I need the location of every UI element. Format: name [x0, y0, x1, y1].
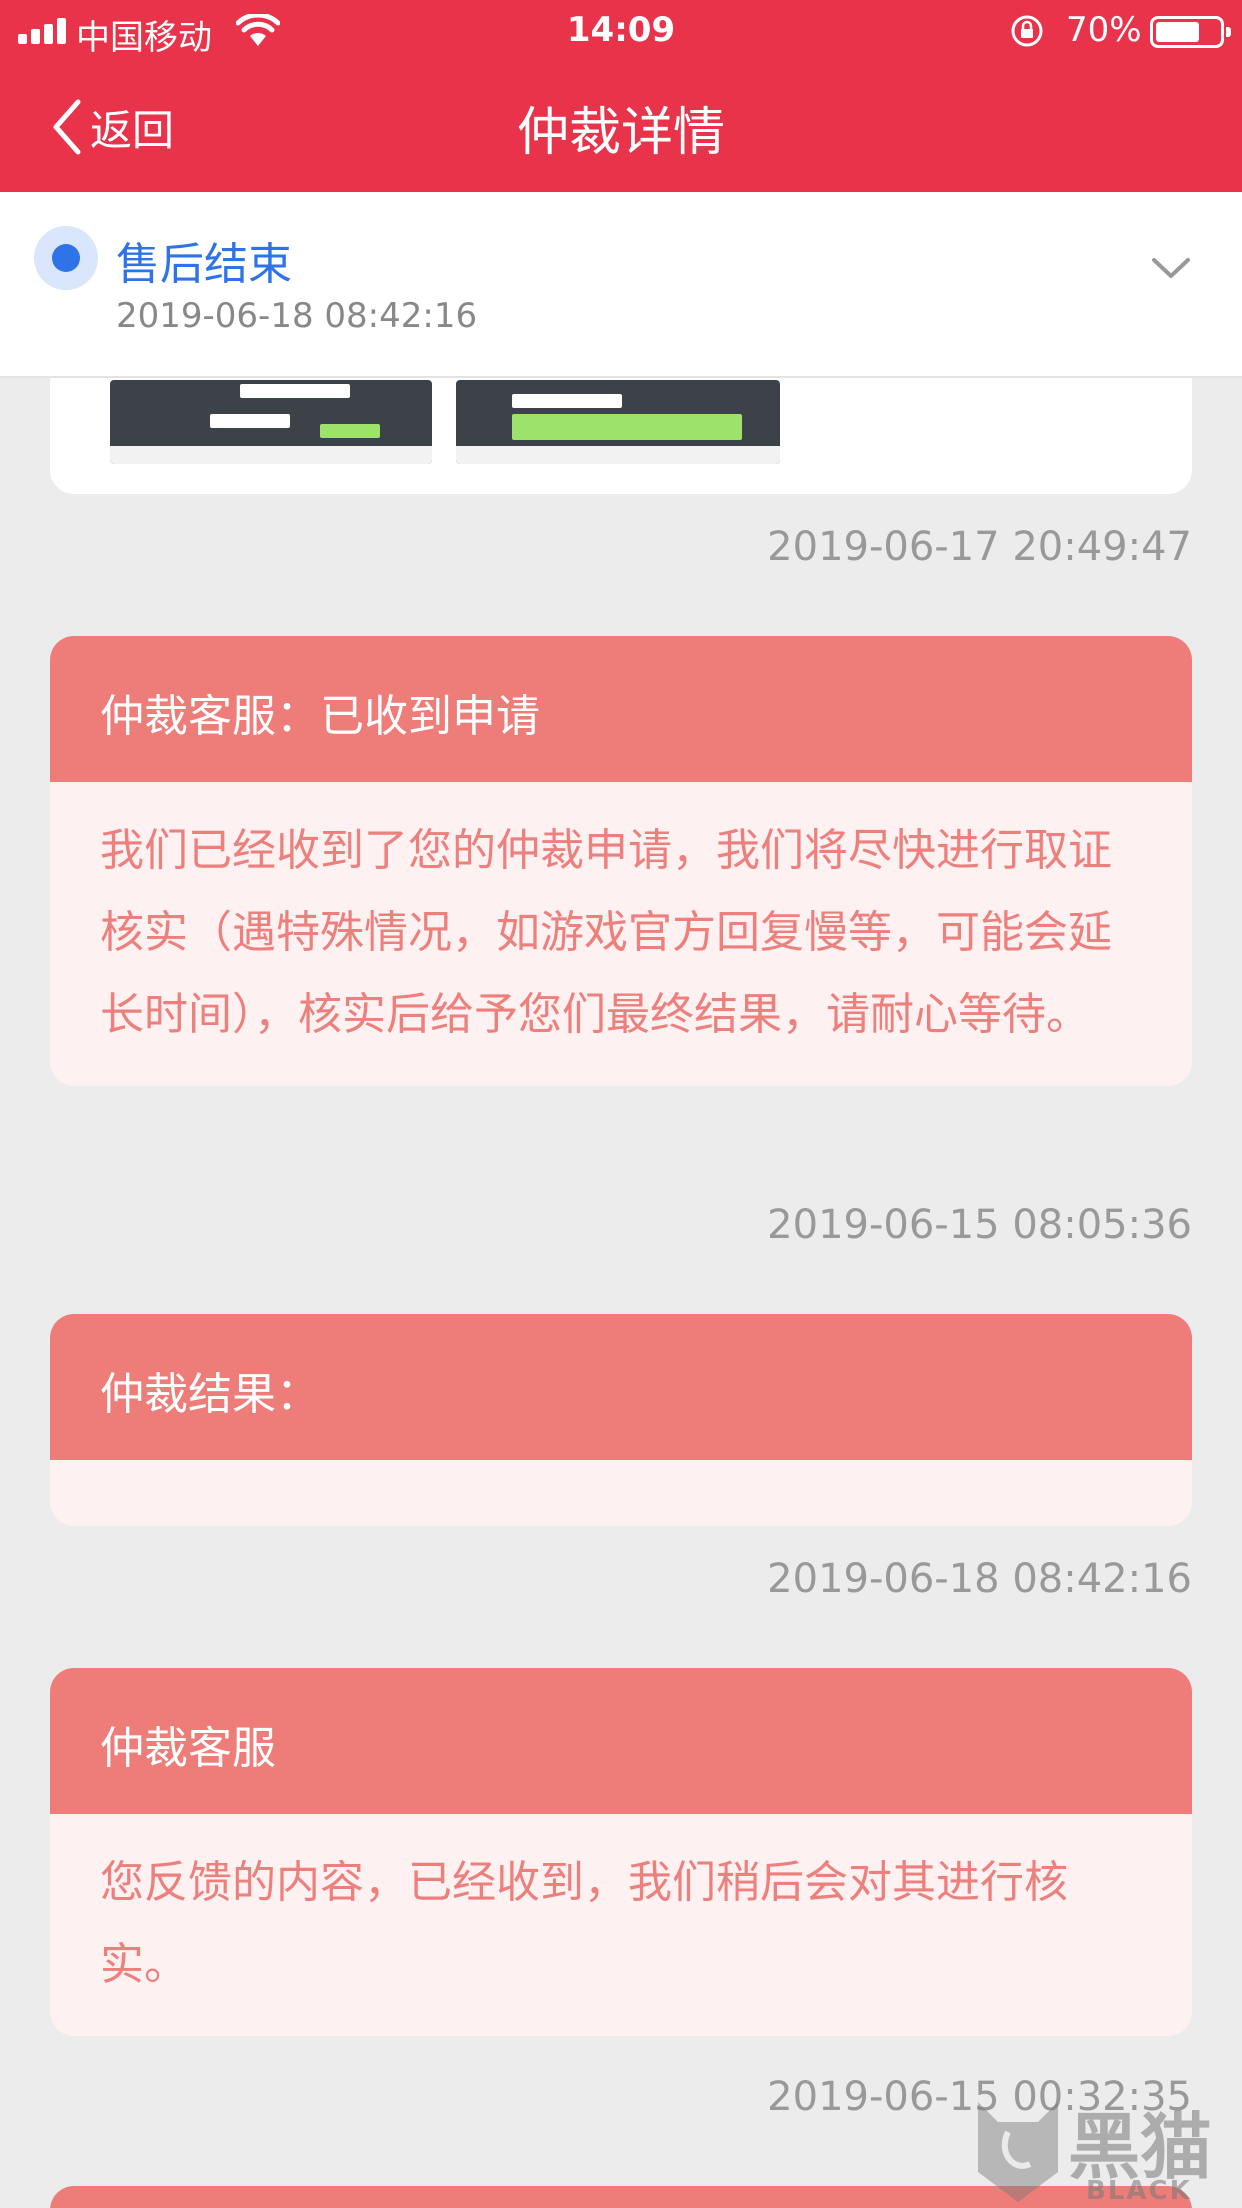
evidence-image[interactable] — [456, 380, 780, 464]
message-timestamp: 2019-06-15 08:05:36 — [767, 1202, 1192, 1248]
clock: 14:09 — [566, 10, 676, 50]
card-header: 仲裁客服：已收到申请 — [50, 636, 1192, 782]
message-card: 仲裁结果： — [50, 1314, 1192, 1526]
battery-percent: 70% — [1066, 10, 1142, 50]
status-header[interactable]: 售后结束 2019-06-18 08:42:16 — [0, 192, 1242, 378]
card-body — [50, 1460, 1192, 1518]
card-header: 仲裁客服 — [50, 1668, 1192, 1814]
status-title: 售后结束 — [116, 239, 292, 290]
card-body: 您反馈的内容，已经收到，我们稍后会对其进行核实。 — [100, 1857, 1068, 1990]
battery-icon — [1150, 16, 1231, 48]
cat-logo-icon — [978, 2102, 1058, 2202]
status-bar: 中国移动 14:09 70% — [0, 0, 1242, 62]
watermark-logo: 黑猫 BLACK CAT — [968, 2088, 1242, 2208]
evidence-image[interactable] — [110, 380, 432, 464]
status-dot-icon — [34, 226, 98, 290]
card-header: 仲裁结果： — [50, 1314, 1192, 1460]
status-time: 2019-06-18 08:42:16 — [116, 296, 478, 336]
chevron-down-icon[interactable] — [1150, 250, 1192, 286]
top-bar: 中国移动 14:09 70% 返回 仲裁详情 — [0, 0, 1242, 192]
page-title: 仲裁详情 — [516, 103, 725, 163]
card-body: 我们已经收到了您的仲裁申请，我们将尽快进行取证核实（遇特殊情况，如游戏官方回复慢… — [100, 825, 1112, 1040]
message-timestamp: 2019-06-17 20:49:47 — [767, 524, 1192, 570]
message-card: 仲裁客服：已收到申请 我们已经收到了您的仲裁申请，我们将尽快进行取证核实（遇特殊… — [50, 636, 1192, 1086]
message-card: 仲裁客服 您反馈的内容，已经收到，我们稍后会对其进行核实。 — [50, 1668, 1192, 2036]
message-timestamp: 2019-06-18 08:42:16 — [767, 1556, 1192, 1602]
watermark-sub: BLACK CAT — [1086, 2176, 1192, 2208]
rotation-lock-icon — [1011, 15, 1043, 47]
